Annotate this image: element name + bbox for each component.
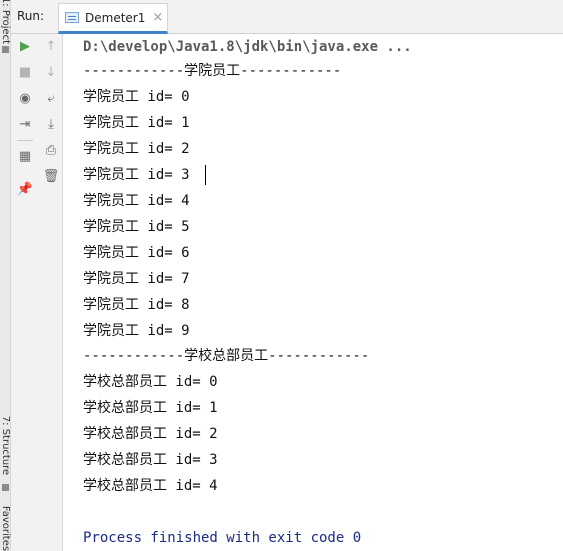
console-line: 学校总部员工 id= 3 bbox=[83, 452, 218, 468]
school-header-line: ------------学校总部员工------------ bbox=[83, 348, 370, 364]
run-tab-bar: Run: Demeter1 × bbox=[11, 0, 563, 34]
rerun-icon[interactable]: ▶ bbox=[12, 34, 38, 58]
structure-tool-tab[interactable]: 7: Structure bbox=[0, 405, 11, 485]
console-line: 学院员工 id= 5 bbox=[83, 219, 190, 235]
tool-window-strip: 1: Project 7: Structure Favorites bbox=[0, 0, 11, 551]
soft-wrap-icon[interactable]: ⤶ bbox=[38, 86, 64, 110]
run-config-icon bbox=[65, 12, 79, 23]
favorites-tool-tab-label: Favorites bbox=[0, 505, 12, 551]
console-line: 学院员工 id= 7 bbox=[83, 271, 190, 287]
run-toolbar: ▶ ■ ◉ ⇥ ▦ 📌 ↑ ↓ ⤶ ⤓ ⎙ 🗑 bbox=[11, 34, 63, 551]
structure-tool-tab-label: 7: Structure bbox=[0, 415, 11, 475]
tab-demeter1[interactable]: Demeter1 × bbox=[58, 3, 168, 34]
project-tool-tab[interactable]: 1: Project bbox=[0, 0, 11, 44]
college-header-line: ------------学院员工------------ bbox=[83, 63, 342, 79]
console-line: 学院员工 id= 3 bbox=[83, 167, 190, 183]
pin-icon[interactable]: 📌 bbox=[12, 177, 38, 201]
strip-marker-icon bbox=[2, 46, 9, 53]
exit-message-line: Process finished with exit code 0 bbox=[83, 530, 362, 546]
down-icon[interactable]: ↓ bbox=[38, 60, 64, 84]
console-line: 学院员工 id= 0 bbox=[83, 89, 190, 105]
print-icon[interactable]: ⎙ bbox=[38, 138, 64, 162]
stop-icon[interactable]: ■ bbox=[12, 60, 38, 84]
favorites-tool-tab[interactable]: Favorites bbox=[0, 505, 11, 551]
console-line: 学院员工 id= 4 bbox=[83, 193, 190, 209]
console-command-line: D:\develop\Java1.8\jdk\bin\java.exe ... bbox=[83, 39, 412, 55]
project-tool-tab-label: 1: Project bbox=[0, 0, 11, 44]
console-line: 学院员工 id= 1 bbox=[83, 115, 190, 131]
login-icon[interactable]: ⇥ bbox=[12, 112, 38, 136]
camera-icon[interactable]: ◉ bbox=[12, 86, 38, 110]
close-icon[interactable]: × bbox=[152, 11, 163, 24]
console-line: 学院员工 id= 9 bbox=[83, 323, 190, 339]
scroll-to-end-icon[interactable]: ⤓ bbox=[38, 112, 64, 136]
text-caret bbox=[205, 165, 206, 185]
console-line: 学院员工 id= 6 bbox=[83, 245, 190, 261]
console-line: 学校总部员工 id= 4 bbox=[83, 478, 218, 494]
tab-title: Demeter1 bbox=[85, 10, 146, 25]
run-label: Run: bbox=[17, 9, 45, 23]
console-line: 学院员工 id= 2 bbox=[83, 141, 190, 157]
console-line: 学校总部员工 id= 0 bbox=[83, 374, 218, 390]
trash-icon[interactable]: 🗑 bbox=[38, 164, 64, 188]
console-line: 学院员工 id= 8 bbox=[83, 297, 190, 313]
toolbar-separator bbox=[17, 140, 33, 141]
up-icon[interactable]: ↑ bbox=[38, 34, 64, 58]
layout-icon[interactable]: ▦ bbox=[12, 144, 38, 168]
strip-marker-icon bbox=[2, 484, 9, 491]
console-line: 学校总部员工 id= 2 bbox=[83, 426, 218, 442]
console-line: 学校总部员工 id= 1 bbox=[83, 400, 218, 416]
console-output[interactable]: D:\develop\Java1.8\jdk\bin\java.exe ... … bbox=[63, 34, 563, 551]
